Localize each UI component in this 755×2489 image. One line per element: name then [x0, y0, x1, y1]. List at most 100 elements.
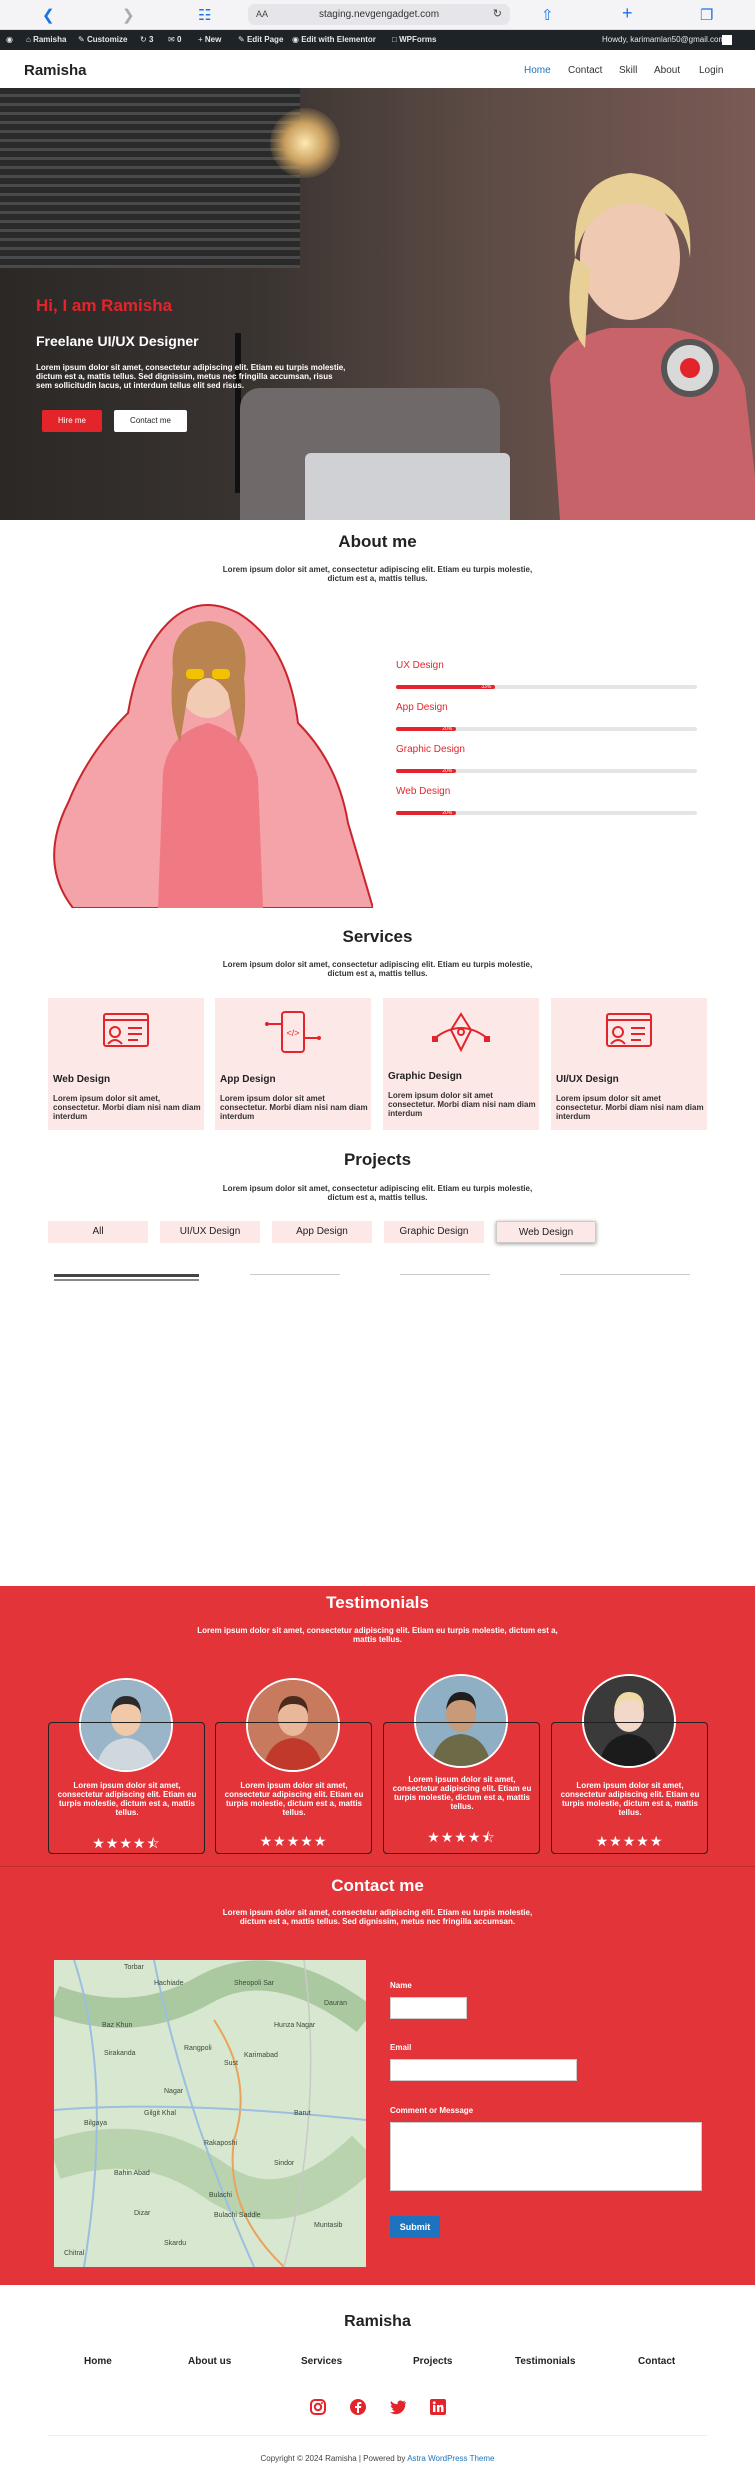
map-terrain [54, 1960, 366, 2267]
admin-updates[interactable]: ↻ 3 [140, 30, 153, 50]
skill-bar: 20% [396, 810, 697, 816]
wp-admin-bar: ◉ ⌂ Ramisha ✎ Customize ↻ 3 ✉ 0 + New ✎ … [0, 30, 755, 50]
copyright-text: Copyright © 2024 Ramisha | Powered by [260, 2454, 408, 2463]
book-icon[interactable]: ☷ [198, 6, 211, 24]
address-bar[interactable]: AA staging.nevgengadget.com ↻ [248, 4, 510, 25]
map-place-label: Sheopoli Sar [234, 1980, 275, 1987]
project-tab[interactable]: Web Design [496, 1221, 596, 1243]
skill-bar-fill: 20% [396, 810, 457, 816]
skill-bar: 20% [396, 726, 697, 732]
testimonial-card: Lorem ipsum dolor sit amet, consectetur … [48, 1722, 205, 1854]
submit-button[interactable]: Submit [390, 2216, 440, 2238]
services-title: Services [342, 927, 413, 946]
email-input[interactable] [390, 2059, 577, 2081]
nav-about[interactable]: About [654, 65, 680, 76]
linkedin-icon[interactable] [429, 2398, 447, 2416]
skill-bar-fill: 20% [396, 768, 457, 774]
admin-howdy[interactable]: Howdy, karimamlan50@gmail.com [602, 30, 725, 50]
testimonial-card: Lorem ipsum dolor sit amet, consectetur … [383, 1722, 540, 1854]
testimonial-card: Lorem ipsum dolor sit amet, consectetur … [551, 1722, 708, 1854]
twitter-icon[interactable] [389, 2398, 407, 2416]
wp-logo-icon[interactable]: ◉ [6, 30, 13, 50]
nav-home[interactable]: Home [524, 65, 551, 76]
admin-site-name[interactable]: ⌂ Ramisha [26, 30, 66, 50]
tabs-icon[interactable]: ❐ [700, 6, 713, 24]
admin-wpforms[interactable]: □ WPForms [392, 30, 436, 50]
testimonial-text: Lorem ipsum dolor sit amet, consectetur … [57, 1781, 197, 1817]
project-tab[interactable]: UI/UX Design [160, 1221, 260, 1243]
facebook-icon[interactable] [349, 2398, 367, 2416]
browser-toolbar: ❮ ❯ ☷ AA staging.nevgengadget.com ↻ ⇧ + … [0, 0, 755, 30]
nav-login[interactable]: Login [699, 65, 723, 76]
map-place-label: Bulachi [209, 2192, 232, 2199]
admin-customize[interactable]: ✎ Customize [78, 30, 127, 50]
skill-percent: 20% [442, 726, 453, 732]
back-icon[interactable]: ❮ [42, 6, 55, 24]
service-title: Graphic Design [388, 1071, 462, 1082]
service-title: App Design [220, 1074, 276, 1085]
admin-comments[interactable]: ✉ 0 [168, 30, 181, 50]
admin-new[interactable]: + New [198, 30, 221, 50]
project-tab[interactable]: Graphic Design [384, 1221, 484, 1243]
hero-description: Lorem ipsum dolor sit amet, consectetur … [36, 363, 346, 390]
footer-nav-link[interactable]: Projects [413, 2356, 452, 2367]
hero-section: Hi, I am Ramisha Freelane UI/UX Designer… [0, 88, 755, 520]
project-tab[interactable]: App Design [272, 1221, 372, 1243]
map-place-label: Bilgaya [84, 2120, 107, 2127]
service-title: UI/UX Design [556, 1074, 619, 1085]
instagram-icon[interactable] [309, 2398, 327, 2416]
admin-edit-page[interactable]: ✎ Edit Page [238, 30, 283, 50]
astra-theme-link[interactable]: Astra WordPress Theme [407, 2454, 494, 2463]
message-textarea[interactable] [390, 2122, 702, 2191]
share-icon[interactable]: ⇧ [541, 6, 554, 24]
services-subtitle: Lorem ipsum dolor sit amet, consectetur … [222, 960, 533, 978]
new-tab-icon[interactable]: + [622, 3, 633, 24]
svg-text:</>: </> [286, 1028, 299, 1038]
map-place-label: Chitral [64, 2250, 85, 2257]
admin-edit-elementor[interactable]: ◉ Edit with Elementor [292, 30, 376, 50]
service-description: Lorem ipsum dolor sit amet, consectetur.… [53, 1094, 201, 1121]
reader-aa[interactable]: AA [256, 4, 268, 25]
footer-nav-link[interactable]: Contact [638, 2356, 675, 2367]
footer-divider [48, 2435, 707, 2436]
hire-me-button[interactable]: Hire me [42, 410, 102, 432]
footer-nav-link[interactable]: Services [301, 2356, 342, 2367]
footer-title: Ramisha [344, 2313, 411, 2330]
project-thumbnail-strip-3 [250, 1274, 340, 1275]
section-divider [0, 1866, 755, 1867]
name-input[interactable] [390, 1997, 467, 2019]
about-title: About me [338, 532, 417, 551]
nav-skill[interactable]: Skill [619, 65, 637, 76]
skill-percent: 20% [442, 810, 453, 816]
app-design-icon: </> [265, 1011, 321, 1053]
skill-percent: 20% [442, 768, 453, 774]
project-thumbnail-strip-2 [54, 1279, 199, 1281]
testimonial-text: Lorem ipsum dolor sit amet, consectetur … [560, 1781, 700, 1817]
contact-me-button[interactable]: Contact me [114, 410, 187, 432]
footer-nav-link[interactable]: About us [188, 2356, 231, 2367]
copyright: Copyright © 2024 Ramisha | Powered by As… [0, 2454, 755, 2463]
project-thumbnail-strip-4 [400, 1274, 490, 1275]
skill-bar: 33% [396, 684, 697, 690]
footer-nav-link[interactable]: Testimonials [515, 2356, 575, 2367]
skill-bar-fill: 33% [396, 684, 496, 690]
map-place-label: Karimabad [244, 2052, 278, 2059]
map-place-label: Bulachi Saddle [214, 2212, 261, 2219]
star-rating: ★★★★⯪ [92, 1835, 161, 1851]
projects-subtitle: Lorem ipsum dolor sit amet, consectetur … [222, 1184, 533, 1202]
project-tab[interactable]: All [48, 1221, 148, 1243]
nav-contact[interactable]: Contact [568, 65, 602, 76]
skill-bar: 20% [396, 768, 697, 774]
map-place-label: Dauran [324, 2000, 347, 2007]
footer-nav-link[interactable]: Home [84, 2356, 112, 2367]
testimonial-text: Lorem ipsum dolor sit amet, consectetur … [224, 1781, 364, 1817]
site-logo[interactable]: Ramisha [24, 62, 87, 79]
service-card: Web Design Lorem ipsum dolor sit amet, co… [48, 998, 204, 1130]
admin-avatar[interactable] [722, 35, 732, 45]
about-subtitle: Lorem ipsum dolor sit amet, consectetur … [222, 565, 533, 583]
forward-icon[interactable]: ❯ [122, 6, 135, 24]
service-description: Lorem ipsum dolor sit amet consectetur. … [388, 1091, 536, 1118]
hero-greeting: Hi, I am Ramisha [36, 296, 173, 315]
reload-icon[interactable]: ↻ [493, 4, 502, 25]
location-map[interactable]: Torbar Hachiade Sheopoli Sar Baz Khun Hunza … [54, 1960, 366, 2267]
